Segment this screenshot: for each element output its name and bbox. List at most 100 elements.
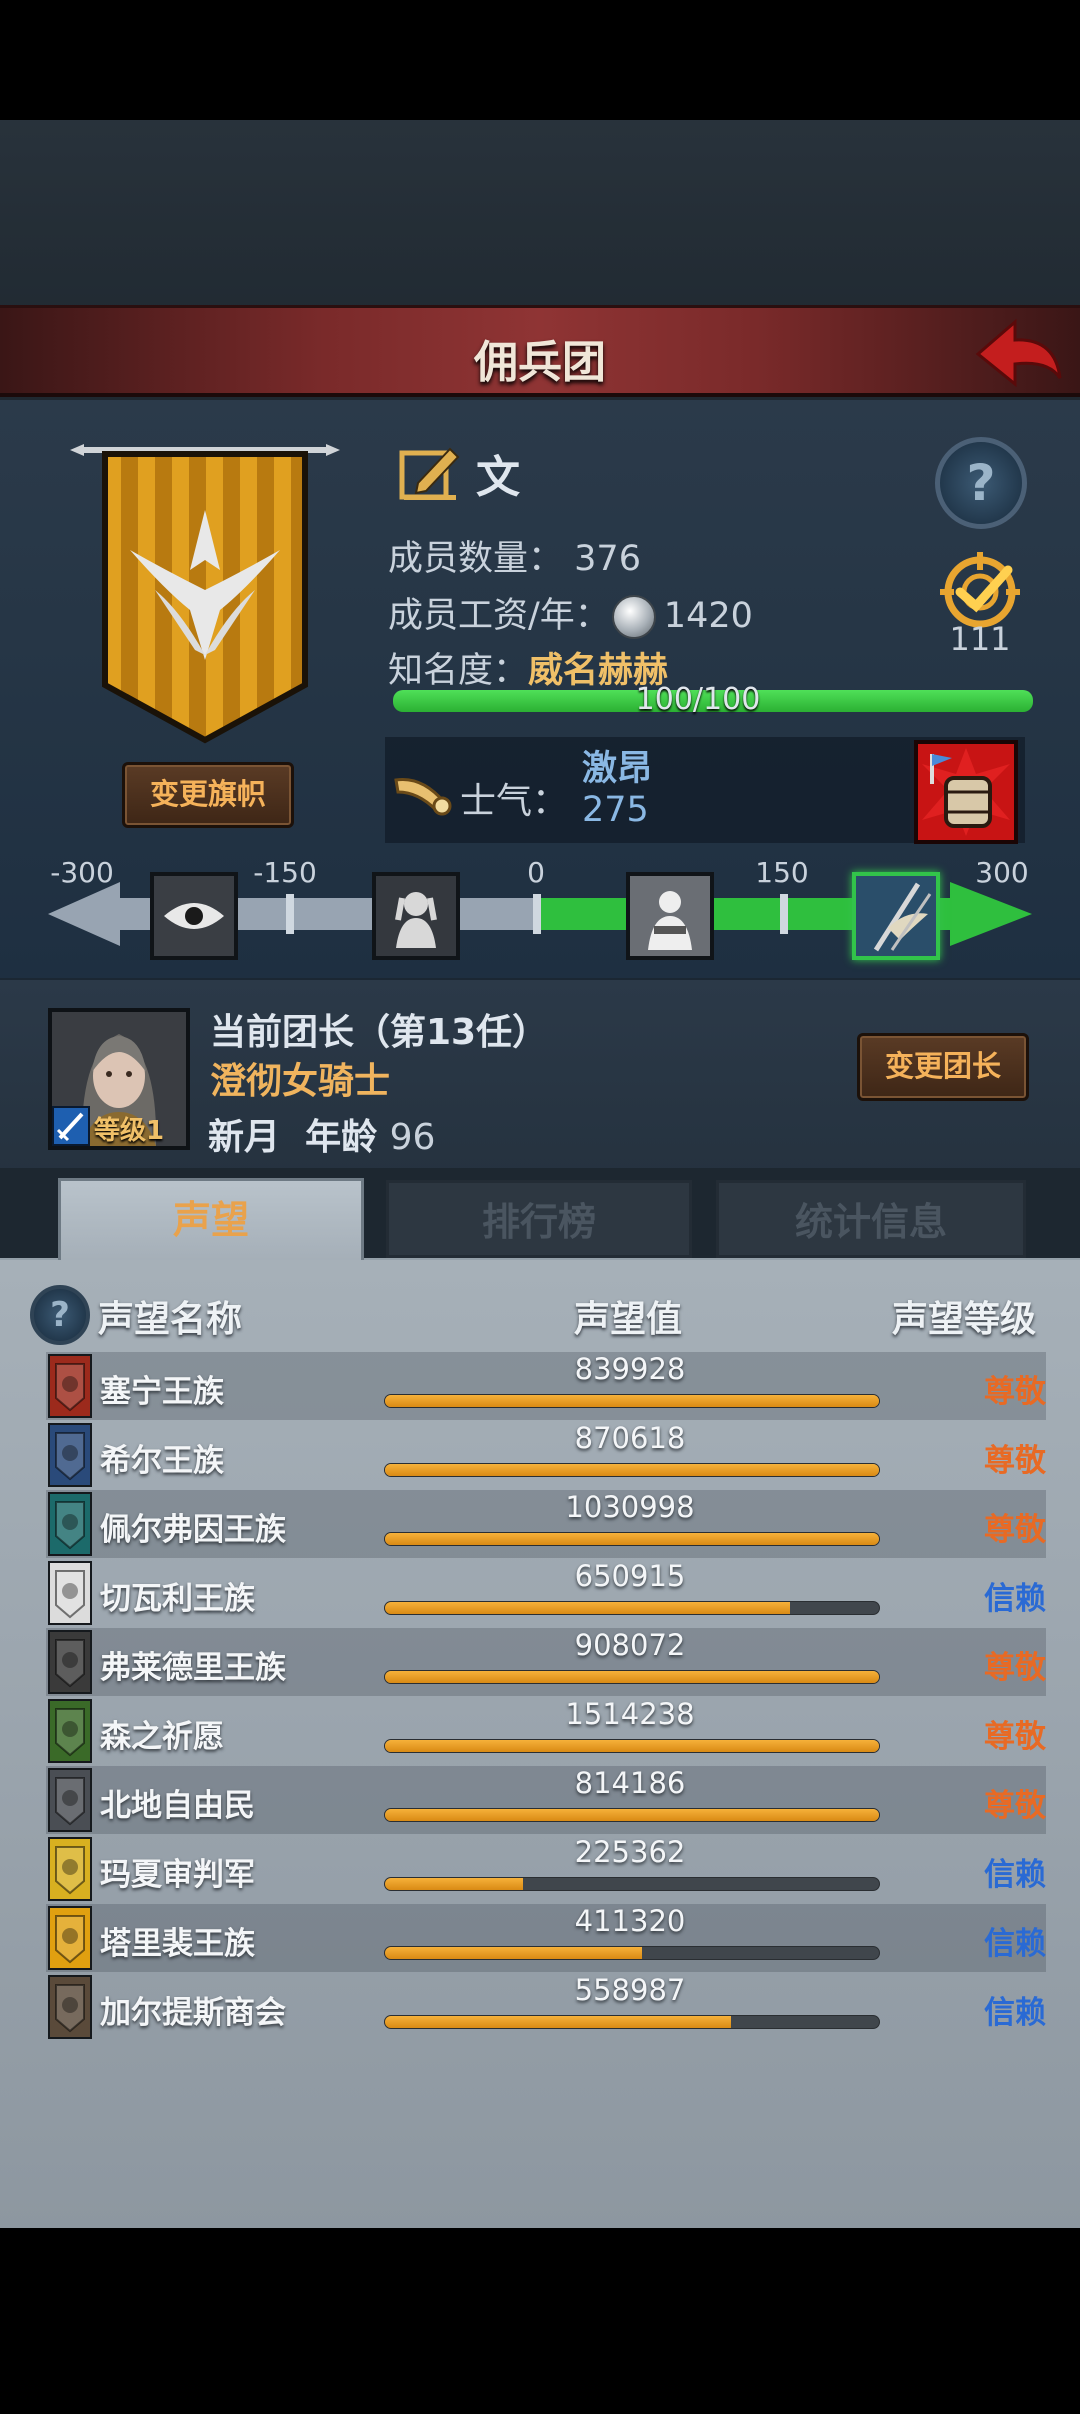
morale-state-eye-icon[interactable] — [150, 872, 238, 960]
sword-icon — [52, 1106, 90, 1146]
reputation-value: 411320 — [574, 1904, 686, 1938]
tab-statistics[interactable]: 统计信息 — [716, 1180, 1026, 1258]
scale-tick-label: 0 — [527, 856, 545, 889]
help-button[interactable]: ? — [30, 1285, 90, 1345]
bottom-strip — [0, 2228, 1080, 2414]
table-row[interactable]: 弗莱德里王族 908072 尊敬 — [46, 1628, 1046, 1696]
change-leader-button[interactable]: 变更团长 — [857, 1033, 1029, 1101]
silver-coin-icon — [611, 595, 656, 639]
faction-name: 森之祈愿 — [100, 1719, 224, 1755]
reputation-progress-fill — [385, 1878, 524, 1890]
table-row[interactable]: 北地自由民 814186 尊敬 — [46, 1766, 1046, 1834]
reputation-progress-fill — [385, 1602, 791, 1614]
table-row[interactable]: 切瓦利王族 650915 信赖 — [46, 1559, 1046, 1627]
faction-name: 佩尔弗因王族 — [100, 1512, 286, 1548]
reputation-progress-fill — [385, 2016, 731, 2028]
leader-level-badge: 等级1 — [48, 1104, 190, 1150]
reputation-value: 1030998 — [565, 1490, 695, 1524]
leader-age-label: 年龄 — [305, 1117, 378, 1158]
faction-name: 切瓦利王族 — [100, 1581, 255, 1617]
morale-state-neutral-icon[interactable] — [626, 872, 714, 960]
leader-info: 新月 年龄 96 — [208, 1108, 435, 1160]
header-reputation-level: 声望等级 — [892, 1299, 1037, 1340]
leader-title: 当前团长（第13任） — [210, 1012, 549, 1053]
reputation-level: 尊敬 — [984, 1719, 1046, 1755]
reputation-progress-bar — [384, 2015, 880, 2029]
faction-emblem-icon — [48, 1423, 92, 1487]
table-row[interactable]: 塔里裴王族 411320 信赖 — [46, 1904, 1046, 1972]
back-arrow-icon — [975, 318, 1062, 388]
morale-value: 275 — [582, 790, 649, 830]
faction-emblem-icon — [48, 1630, 92, 1694]
scale-tick-label: 150 — [755, 856, 809, 889]
header-faction-name: 声望名称 — [98, 1299, 243, 1340]
members-value: 376 — [574, 539, 641, 579]
table-row[interactable]: 佩尔弗因王族 1030998 尊敬 — [46, 1490, 1046, 1558]
reputation-progress-bar — [384, 1532, 880, 1546]
morale-label: 士气： — [460, 781, 569, 822]
table-row[interactable]: 森之祈愿 1514238 尊敬 — [46, 1697, 1046, 1765]
faction-name: 玛夏审判军 — [100, 1857, 255, 1893]
tab-ranking[interactable]: 排行榜 — [386, 1180, 692, 1258]
scale-tick-label: -300 — [50, 856, 114, 889]
wage-value: 1420 — [663, 596, 753, 636]
fame-progress-text: 100/100 — [635, 682, 761, 717]
reputation-level: 尊敬 — [984, 1650, 1046, 1686]
reputation-level: 信赖 — [984, 1581, 1046, 1617]
company-banner[interactable] — [70, 440, 340, 750]
reputation-value: 839928 — [574, 1352, 686, 1386]
scale-tick-label: -150 — [253, 856, 317, 889]
table-row[interactable]: 玛夏审判军 225362 信赖 — [46, 1835, 1046, 1903]
company-name: 文 — [476, 452, 520, 503]
faction-emblem-icon — [48, 1354, 92, 1418]
reputation-value: 558987 — [574, 1973, 686, 2007]
members-label: 成员数量： — [388, 539, 564, 579]
company-name-row[interactable]: 文 — [398, 443, 520, 503]
table-row[interactable]: 加尔提斯商会 558987 信赖 — [46, 1973, 1046, 2041]
task-count: 111 — [949, 620, 1011, 658]
change-flag-button[interactable]: 变更旗帜 — [122, 762, 294, 828]
wage-label: 成员工资/年： — [388, 596, 610, 636]
scale-tick-label: 300 — [975, 856, 1029, 889]
faction-emblem-icon — [48, 1561, 92, 1625]
reputation-level: 信赖 — [984, 1857, 1046, 1893]
header-reputation-value: 声望值 — [574, 1299, 683, 1340]
wage-stat: 成员工资/年： 1420 — [388, 587, 753, 639]
edit-icon — [399, 447, 460, 500]
page-title: 佣兵团 — [474, 337, 606, 388]
reputation-progress-fill — [385, 1809, 879, 1821]
reputation-value: 814186 — [574, 1766, 686, 1800]
reputation-level: 尊敬 — [984, 1443, 1046, 1479]
faction-name: 弗莱德里王族 — [100, 1650, 286, 1686]
reputation-progress-bar — [384, 1808, 880, 1822]
faction-emblem-icon — [48, 1906, 92, 1970]
table-row[interactable]: 希尔王族 870618 尊敬 — [46, 1421, 1046, 1489]
reputation-progress-fill — [385, 1533, 879, 1545]
leader-name: 澄彻女骑士 — [210, 1061, 391, 1102]
reputation-level: 信赖 — [984, 1926, 1046, 1962]
morale-state: 激昂 — [582, 749, 653, 789]
reputation-progress-bar — [384, 1670, 880, 1684]
morale-state-weeping-icon[interactable] — [372, 872, 460, 960]
supplies-barrel-button[interactable] — [914, 740, 1018, 844]
table-row[interactable]: 塞宁王族 839928 尊敬 — [46, 1352, 1046, 1420]
faction-emblem-icon — [48, 1699, 92, 1763]
reputation-progress-bar — [384, 1601, 880, 1615]
faction-emblem-icon — [48, 1837, 92, 1901]
title-bar: 佣兵团 — [0, 305, 1080, 397]
members-stat: 成员数量： 376 — [388, 530, 641, 581]
reputation-progress-fill — [385, 1740, 879, 1752]
banner-flag-icon — [70, 444, 340, 744]
tab-reputation[interactable]: 声望 — [58, 1178, 364, 1264]
help-button-top[interactable]: ? — [935, 437, 1027, 529]
faction-name: 塞宁王族 — [100, 1374, 224, 1410]
reputation-progress-fill — [385, 1395, 879, 1407]
morale-state-banner-icon[interactable] — [852, 872, 940, 960]
back-button[interactable] — [960, 308, 1070, 400]
reputation-level: 尊敬 — [984, 1788, 1046, 1824]
reputation-progress-bar — [384, 1946, 880, 1960]
horn-icon — [392, 766, 452, 816]
reputation-progress-bar — [384, 1877, 880, 1891]
faction-name: 北地自由民 — [100, 1788, 255, 1824]
barrel-icon — [918, 744, 1014, 840]
